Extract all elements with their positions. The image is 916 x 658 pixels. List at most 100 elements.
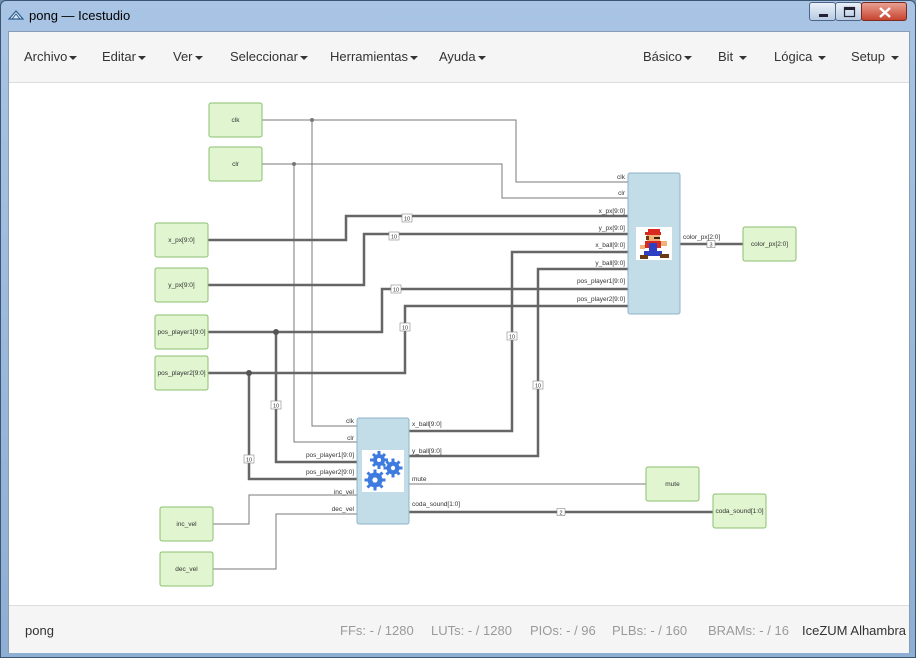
port-label: color_px[2:0] (683, 234, 720, 241)
bus-width-label: 10 (404, 217, 410, 223)
maximize-button[interactable] (835, 2, 862, 21)
menu-bar: Archivo Editar Ver Seleccionar Herramien… (9, 32, 909, 83)
minimize-icon (819, 14, 828, 17)
caret-down-icon (477, 55, 486, 60)
resource-name: PIOs: (530, 623, 563, 638)
menu-ver[interactable]: Ver (173, 49, 203, 64)
resource-name: FFs: (340, 623, 366, 638)
port-label: x_px[9:0] (599, 208, 626, 215)
resource-pios: PIOs: - / 96 (530, 623, 596, 638)
port-label: mute (412, 476, 427, 483)
resource-plbs: PLBs: - / 160 (612, 623, 687, 638)
bus-width-label: 10 (535, 384, 541, 390)
port-label: dec_vel (332, 506, 355, 513)
port-label: clk (617, 174, 626, 181)
input-label: clk (232, 117, 241, 124)
board-selector[interactable]: IceZUM Alhambra (802, 623, 906, 638)
port-label: x_ball[9:0] (412, 421, 442, 428)
bus-width-label: 3 (709, 243, 712, 249)
gears-icon (362, 450, 404, 492)
close-button[interactable] (861, 2, 907, 21)
menu-editar[interactable]: Editar (102, 49, 146, 64)
menu-label: Básico (643, 49, 683, 64)
port-label: clr (618, 190, 626, 197)
menu-label: Editar (102, 49, 136, 64)
status-bar: pong FFs: - / 1280 LUTs: - / 1280 PIOs: … (9, 605, 909, 653)
menu-ayuda[interactable]: Ayuda (439, 49, 486, 64)
close-icon (879, 7, 891, 18)
menu-label: Ver (173, 49, 193, 64)
input-label: y_px[9:0] (168, 282, 195, 289)
port-label: pos_player1[9:0] (306, 452, 354, 459)
bus-width-label: 10 (509, 335, 515, 341)
bus-width-label: 2 (559, 511, 562, 517)
app-window: pong — Icestudio Archivo Editar Ver Sele… (0, 0, 916, 658)
menu-label: Herramientas (330, 49, 409, 64)
resource-value: - / 160 (650, 623, 688, 638)
caret-down-icon (739, 55, 748, 60)
menu-basico[interactable]: Básico (643, 49, 693, 64)
resource-value: - / 96 (566, 623, 596, 638)
port-label: clk (346, 418, 355, 425)
resource-value: - / 1280 (467, 623, 512, 638)
resource-ffs: FFs: - / 1280 (340, 623, 414, 638)
bus-width-label: 10 (273, 404, 279, 410)
menu-archivo[interactable]: Archivo (24, 49, 78, 64)
input-label: pos_player1[9:0] (157, 329, 205, 336)
project-name: pong (25, 623, 54, 638)
window-title: pong — Icestudio (29, 8, 131, 23)
bus-width-label: 10 (402, 326, 408, 332)
circuit-diagram: 10 10 10 10 10 10 10 10 3 2 clk clr x_px… (154, 102, 797, 587)
caret-down-icon (890, 55, 899, 60)
app-client: Archivo Editar Ver Seleccionar Herramien… (8, 31, 910, 653)
output-label: color_px[2:0] (751, 241, 788, 248)
menu-seleccionar[interactable]: Seleccionar (230, 49, 308, 64)
input-label: clr (232, 161, 240, 168)
icestudio-logo-icon (8, 10, 24, 20)
input-label: inc_vel (176, 521, 197, 528)
minimize-button[interactable] (809, 2, 836, 21)
bus-x-px (208, 214, 628, 242)
port-label: inc_vel (334, 489, 355, 496)
port-label: pos_player2[9:0] (306, 469, 354, 476)
wire-clr-logic (293, 164, 357, 443)
port-label: clr (347, 435, 355, 442)
menu-label: Archivo (24, 49, 68, 64)
caret-down-icon (137, 55, 146, 60)
port-label: y_ball[9:0] (595, 260, 625, 267)
resource-brams: BRAMs: - / 16 (708, 623, 789, 638)
port-label: pos_player1[9:0] (577, 278, 625, 285)
title-bar[interactable]: pong — Icestudio (1, 1, 915, 29)
mario-sprite-icon (636, 227, 672, 260)
maximize-icon (843, 6, 856, 18)
resource-name: LUTs: (431, 623, 465, 638)
port-label: y_ball[9:0] (412, 448, 442, 455)
design-canvas[interactable]: 10 10 10 10 10 10 10 10 3 2 clk clr x_px… (9, 83, 909, 605)
port-label: x_ball[9:0] (595, 242, 625, 249)
bus-width-label: 10 (391, 235, 397, 241)
bus-y-px (208, 232, 628, 287)
menu-label: Ayuda (439, 49, 476, 64)
bus-width-label: 10 (246, 458, 252, 464)
menu-label: Setup (851, 49, 885, 64)
input-label: x_px[9:0] (168, 237, 195, 244)
bus-pos-player1 (208, 287, 628, 334)
menu-label: Bit (718, 49, 734, 64)
resource-luts: LUTs: - / 1280 (431, 623, 512, 638)
resource-value: - / 16 (759, 623, 789, 638)
menu-setup[interactable]: Setup (851, 49, 899, 64)
wire-clr (262, 163, 628, 199)
menu-bit[interactable]: Bit (718, 49, 748, 64)
caret-down-icon (69, 55, 78, 60)
resource-name: PLBs: (612, 623, 647, 638)
menu-label: Seleccionar (230, 49, 298, 64)
menu-herramientas[interactable]: Herramientas (330, 49, 419, 64)
caret-down-icon (684, 55, 693, 60)
output-label: coda_sound[1:0] (715, 508, 763, 515)
resource-value: - / 1280 (369, 623, 414, 638)
menu-logica[interactable]: Lógica (774, 49, 827, 64)
bus-width-label: 10 (393, 288, 399, 294)
caret-down-icon (299, 55, 308, 60)
menu-label: Lógica (774, 49, 813, 64)
port-label: y_px[9:0] (599, 225, 626, 232)
